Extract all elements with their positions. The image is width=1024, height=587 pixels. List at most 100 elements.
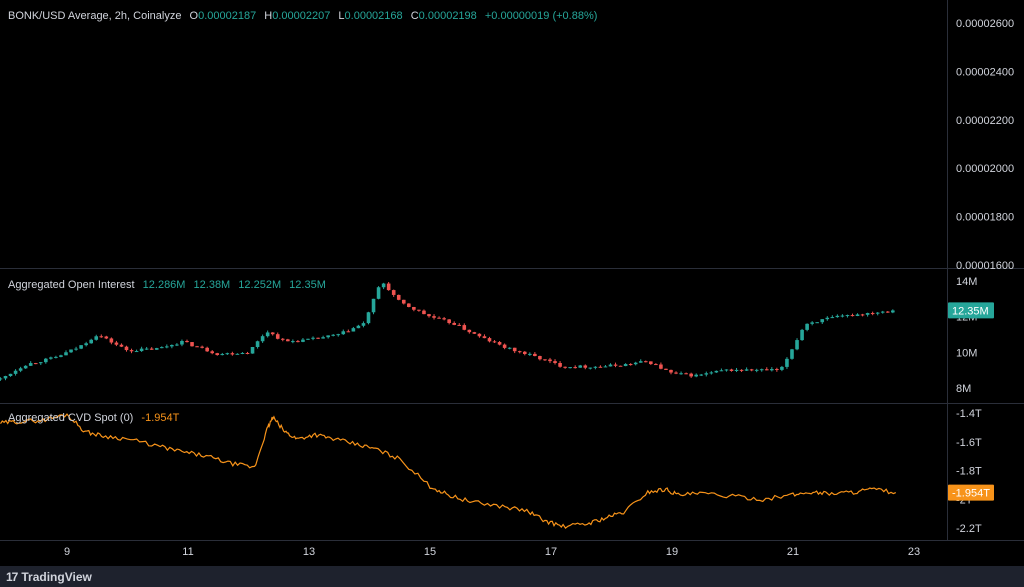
candle-body xyxy=(311,337,315,339)
candle-body xyxy=(326,335,330,338)
candle-body xyxy=(3,376,8,379)
candle-body xyxy=(200,346,204,348)
candle-body xyxy=(875,312,880,314)
cvd-legend: Aggregated CVD Spot (0) -1.954T xyxy=(8,412,184,424)
candle-body xyxy=(437,317,441,319)
candle-body xyxy=(129,350,134,352)
candle-body xyxy=(654,364,658,366)
candle-body xyxy=(795,340,799,350)
candle-body xyxy=(401,299,406,304)
candle-body xyxy=(165,346,169,348)
candle-body xyxy=(64,352,68,356)
candle-body xyxy=(467,329,472,333)
candle-body xyxy=(427,314,431,317)
candle-body xyxy=(356,325,361,329)
x-axis-tick-label: 23 xyxy=(908,546,920,558)
candle-body xyxy=(638,361,643,363)
footer-bar: 17 TradingView xyxy=(0,566,1024,587)
candle-body xyxy=(749,369,754,371)
candle-body xyxy=(477,333,482,337)
candle-body xyxy=(139,348,144,352)
oi-high-value: 12.38M xyxy=(193,279,231,291)
candle-body xyxy=(154,348,159,350)
candle-body xyxy=(543,359,547,361)
candle-body xyxy=(679,373,683,375)
candle-body xyxy=(865,313,870,315)
x-axis-tick-label: 19 xyxy=(666,546,678,558)
y-axis-tick-label: 0.00002400 xyxy=(956,66,1014,78)
candle-body xyxy=(361,323,366,326)
candle-body xyxy=(583,365,588,368)
last-value-tag-label: -1.954T xyxy=(952,488,990,500)
candle-body xyxy=(84,343,88,346)
candle-body xyxy=(114,342,119,345)
candle-body xyxy=(351,328,356,332)
candle-body xyxy=(0,378,3,380)
candle-body xyxy=(538,356,542,360)
candle-body xyxy=(341,331,346,335)
candle-body xyxy=(175,344,179,346)
tradingview-logo[interactable]: 17 TradingView xyxy=(6,570,92,584)
candle-body xyxy=(593,366,598,368)
x-axis-tick-label: 15 xyxy=(424,546,436,558)
candle-body xyxy=(860,314,865,316)
y-axis-tick-label: -2.2T xyxy=(956,523,982,535)
candle-body xyxy=(452,322,456,325)
candle-body xyxy=(366,312,371,324)
tradingview-brand: TradingView xyxy=(21,570,92,584)
candle-body xyxy=(109,338,114,343)
symbol-label: BONK/USD Average, 2h, Coinalyze xyxy=(8,10,182,22)
candle-body xyxy=(870,313,875,315)
candle-body xyxy=(69,349,73,353)
candle-body xyxy=(507,347,512,349)
candle-body xyxy=(180,340,184,345)
close-label: C xyxy=(410,10,419,22)
candle-body xyxy=(664,368,668,370)
candle-body xyxy=(578,365,583,368)
candle-body xyxy=(528,353,532,355)
candle-body xyxy=(472,332,477,334)
candle-body xyxy=(512,347,517,352)
candle-body xyxy=(709,372,714,374)
candle-body xyxy=(407,303,411,307)
candle-body xyxy=(598,366,603,368)
candle-body xyxy=(739,369,744,371)
candle-body xyxy=(800,329,804,341)
candle-body xyxy=(215,353,220,356)
candle-body xyxy=(855,314,860,317)
candle-body xyxy=(714,370,719,373)
y-axis-tick-label: 8M xyxy=(956,383,971,395)
candle-body xyxy=(170,344,174,347)
candle-body xyxy=(442,318,446,320)
open-value: 0.00002187 xyxy=(198,10,257,22)
candle-body xyxy=(291,341,295,343)
candle-body xyxy=(719,370,724,372)
candle-body xyxy=(694,374,698,377)
candle-body xyxy=(255,341,260,348)
candle-body xyxy=(49,357,53,359)
candle-body xyxy=(331,334,335,336)
candle-body xyxy=(764,369,769,371)
last-value-tag-label: 12.35M xyxy=(952,305,989,317)
cvd-line xyxy=(0,413,897,529)
high-value: 0.00002207 xyxy=(272,10,331,22)
chart-area[interactable]: 0.00002600 0.00002400 0.00002200 0.00002000… xyxy=(0,0,1024,587)
candle-body xyxy=(104,336,109,339)
candle-body xyxy=(608,364,613,367)
candle-body xyxy=(548,359,552,362)
oi-close-value: 12.35M xyxy=(289,279,326,291)
candle-body xyxy=(618,365,623,367)
candle-body xyxy=(59,355,63,357)
candle-body xyxy=(674,372,678,374)
candle-body xyxy=(830,317,835,319)
candle-body xyxy=(225,353,230,355)
candle-body xyxy=(885,311,890,313)
candle-body xyxy=(497,342,502,345)
candle-body xyxy=(457,324,462,326)
candle-body xyxy=(44,358,48,363)
candle-body xyxy=(13,370,18,374)
candle-body xyxy=(250,347,255,354)
candle-body xyxy=(891,310,895,313)
candle-body xyxy=(270,332,275,335)
candle-body xyxy=(734,369,739,371)
